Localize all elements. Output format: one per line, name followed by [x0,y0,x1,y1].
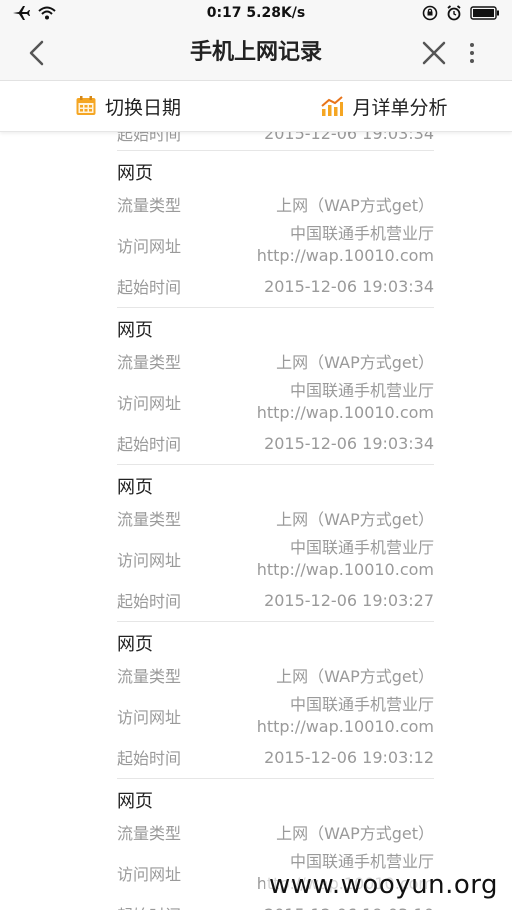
alarm-icon [447,5,461,21]
time-row: 起始时间 2015-12-06 19:03:34 [117,271,434,301]
url-site-name: 中国联通手机营业厅 [289,695,434,714]
airplane-icon [13,6,30,20]
status-right [360,5,500,21]
url-value: 中国联通手机营业厅 http://wap.10010.com [257,380,434,424]
partial-record: 起始时间 2015-12-06 19:03:34 [117,132,434,151]
url-address: http://wap.10010.com [256,717,434,736]
url-label: 访问网址 [117,551,182,570]
switch-date-button[interactable]: 切换日期 [0,81,256,131]
record-list[interactable]: 起始时间 2015-12-06 19:03:34 网页 流量类型 上网（WAP方… [117,132,434,910]
url-site-name: 中国联通手机营业厅 [289,381,434,400]
bar-chart-icon [321,96,344,116]
url-row: 访问网址 中国联通手机营业厅 http://wap.10010.com [117,219,434,271]
url-row: 访问网址 中国联通手机营业厅 http://wap.10010.com [117,533,434,585]
traffic-type-label: 流量类型 [117,824,182,843]
url-row: 访问网址 中国联通手机营业厅 http://wap.10010.com [117,376,434,428]
status-bar: 0:17 5.28K/s [0,0,512,26]
status-left [12,5,152,21]
time-value: 2015-12-06 19:03:34 [264,433,434,453]
traffic-type-label: 流量类型 [117,196,182,215]
url-value: 中国联通手机营业厅 http://wap.10010.com [257,537,434,581]
record-title: 网页 [117,791,153,812]
switch-date-label: 切换日期 [104,96,181,119]
traffic-type-label: 流量类型 [117,667,182,686]
traffic-type-label: 流量类型 [117,353,182,372]
time-value: 2015-12-06 19:03:34 [264,276,434,296]
time-label: 起始时间 [117,278,182,297]
time-value: 2015-12-06 19:03:12 [264,747,434,767]
url-label: 访问网址 [117,394,182,413]
time-row: 起始时间 2015-12-06 19:03:12 [117,742,434,772]
record-title: 网页 [117,477,153,498]
traffic-type-row: 流量类型 上网（WAP方式get） [117,189,434,219]
monthly-analysis-label: 月详单分析 [352,96,448,119]
traffic-type-value: 上网（WAP方式get） [276,667,434,686]
traffic-type-row: 流量类型 上网（WAP方式get） [117,346,434,376]
record-title: 网页 [117,320,153,341]
time-value: 2015-12-06 19:03:10 [264,905,434,910]
list-item[interactable]: 网页 流量类型 上网（WAP方式get） 访问网址 中国联通手机营业厅 http… [117,308,434,465]
time-label: 起始时间 [117,749,182,768]
traffic-type-label: 流量类型 [117,510,182,529]
monthly-analysis-button[interactable]: 月详单分析 [256,81,512,131]
url-address: http://wap.10010.com [256,403,434,422]
url-value: 中国联通手机营业厅 http://wap.10010.com [257,223,434,267]
wifi-icon [38,6,56,20]
time-label: 起始时间 [117,435,182,454]
list-item[interactable]: 网页 流量类型 上网（WAP方式get） 访问网址 中国联通手机营业厅 http… [117,151,434,308]
toolbar: 切换日期 月详单分析 [0,81,512,132]
time-value: 2015-12-06 19:03:27 [264,590,434,610]
traffic-type-value: 上网（WAP方式get） [276,353,434,372]
url-value: 中国联通手机营业厅 http://wap.10010.com [257,694,434,738]
traffic-type-value: 上网（WAP方式get） [276,510,434,529]
status-time-speed: 0:17 5.28K/s [206,5,306,21]
time-row: 起始时间 2015-12-06 19:03:10 [117,899,434,910]
url-site-name: 中国联通手机营业厅 [289,538,434,557]
close-icon[interactable] [418,37,450,69]
battery-icon [470,6,499,20]
time-row: 起始时间 2015-12-06 19:03:27 [117,585,434,615]
url-site-name: 中国联通手机营业厅 [289,224,434,243]
traffic-type-row: 流量类型 上网（WAP方式get） [117,503,434,533]
time-row: 起始时间 2015-12-06 19:03:34 [117,428,434,458]
traffic-type-row: 流量类型 上网（WAP方式get） [117,660,434,690]
time-row: 起始时间 2015-12-06 19:03:34 [117,132,434,148]
time-label: 起始时间 [117,592,182,611]
time-label: 起始时间 [117,132,182,144]
record-title: 网页 [117,634,153,655]
list-item[interactable]: 网页 流量类型 上网（WAP方式get） 访问网址 中国联通手机营业厅 http… [117,465,434,622]
record-title: 网页 [117,163,153,184]
url-row: 访问网址 中国联通手机营业厅 http://wap.10010.com [117,690,434,742]
navigation-bar: 手机上网记录 [0,26,512,81]
calendar-icon [76,96,96,115]
traffic-type-value: 上网（WAP方式get） [276,196,434,215]
rotation-lock-icon [422,5,438,21]
more-vertical-icon[interactable] [462,37,482,69]
time-value: 2015-12-06 19:03:34 [264,132,434,143]
url-address: http://wap.10010.com [256,560,434,579]
list-item[interactable]: 网页 流量类型 上网（WAP方式get） 访问网址 中国联通手机营业厅 http… [117,622,434,779]
traffic-type-row: 流量类型 上网（WAP方式get） [117,817,434,847]
url-label: 访问网址 [117,237,182,256]
url-label: 访问网址 [117,708,182,727]
time-label: 起始时间 [117,902,181,910]
url-label: 访问网址 [117,865,182,884]
url-address: http://wap.10010.com [256,246,434,265]
watermark: www.wooyun.org [264,870,502,900]
traffic-type-value: 上网（WAP方式get） [276,824,434,843]
